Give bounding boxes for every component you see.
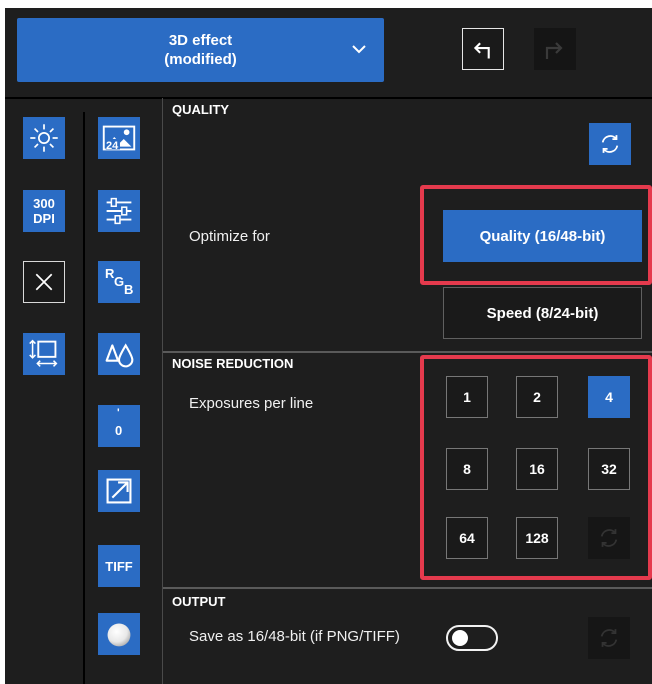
exposure-option-8[interactable]: 8	[446, 448, 488, 490]
adjust-tool[interactable]	[98, 190, 140, 232]
rgb-r-label: R	[105, 266, 115, 281]
redo-icon	[545, 42, 563, 59]
refresh-icon	[600, 529, 618, 547]
speed-8-24-button[interactable]: Speed (8/24-bit)	[443, 287, 642, 339]
sliders-icon	[106, 197, 132, 225]
exposure-option-1[interactable]: 1	[446, 376, 488, 418]
image-icon	[102, 125, 136, 151]
header-divider	[5, 97, 652, 99]
preset-label: 3D effect (modified)	[61, 31, 341, 69]
rgb-tool[interactable]: R G B	[98, 261, 140, 303]
sun-icon	[30, 124, 58, 152]
save-16-48-label: Save as 16/48-bit (if PNG/TIFF)	[189, 628, 400, 645]
dpi-unit: DPI	[33, 211, 55, 226]
quality-16-48-button[interactable]: Quality (16/48-bit)	[443, 210, 642, 262]
exposures-label: Exposures per line	[189, 395, 314, 412]
rgb-b-label: B	[124, 282, 134, 297]
resize-tool[interactable]	[23, 333, 65, 375]
sphere-icon	[107, 623, 131, 647]
exposure-option-2[interactable]: 2	[516, 376, 558, 418]
preset-state: (modified)	[164, 51, 237, 68]
undo-icon	[473, 42, 490, 59]
dpi-label: 300 DPI	[33, 196, 55, 226]
output-section-title: OUTPUT	[172, 594, 226, 609]
expand-tool[interactable]	[98, 470, 140, 512]
refresh-icon	[600, 629, 618, 647]
tool-column-divider	[83, 112, 85, 684]
drops-icon	[105, 343, 134, 368]
section-divider-noise	[163, 587, 652, 589]
save-16-48-toggle[interactable]	[446, 625, 498, 651]
dpi-value: 300	[33, 196, 55, 211]
rgb-g-label: G	[114, 274, 125, 289]
exposure-option-4[interactable]: 4	[588, 376, 630, 418]
tiff-tool[interactable]: TIFF	[98, 545, 140, 587]
undo-button[interactable]	[462, 28, 504, 70]
redo-button[interactable]	[534, 28, 576, 70]
noise-section-title: NOISE REDUCTION	[172, 356, 294, 371]
resize-icon	[29, 339, 58, 367]
bit-depth-badge: 24	[106, 140, 119, 152]
close-tool[interactable]	[23, 261, 65, 303]
preset-dropdown[interactable]: 3D effect (modified)	[17, 18, 384, 82]
quality-reset-button[interactable]	[589, 123, 631, 165]
output-reset-button[interactable]	[588, 617, 630, 659]
sphere-tool[interactable]	[98, 613, 140, 655]
toggle-knob	[452, 630, 468, 646]
offset-tool[interactable]: ' 0	[98, 405, 140, 447]
offset-value: 0	[115, 423, 123, 438]
tiff-label: TIFF	[105, 558, 133, 574]
panel-left-border	[162, 98, 163, 684]
offset-mark: '	[117, 407, 120, 419]
brightness-tool[interactable]	[23, 117, 65, 159]
exposure-option-128[interactable]: 128	[516, 517, 558, 559]
refresh-icon	[601, 135, 619, 153]
preset-name: 3D effect	[168, 32, 233, 49]
noise-reset-button[interactable]	[588, 517, 630, 559]
exposure-option-16[interactable]: 16	[516, 448, 558, 490]
color-depth-tool[interactable]: 24	[98, 117, 140, 159]
quality-section-title: QUALITY	[172, 102, 230, 117]
exposure-option-64[interactable]: 64	[446, 517, 488, 559]
expand-icon	[106, 478, 132, 504]
section-divider-quality	[163, 351, 652, 353]
optimize-for-label: Optimize for	[189, 228, 270, 245]
drops-tool[interactable]	[98, 333, 140, 375]
chevron-down-icon	[352, 45, 366, 54]
exposure-option-32[interactable]: 32	[588, 448, 630, 490]
close-icon	[35, 273, 53, 291]
dpi-tool[interactable]: 300 DPI	[23, 190, 65, 232]
